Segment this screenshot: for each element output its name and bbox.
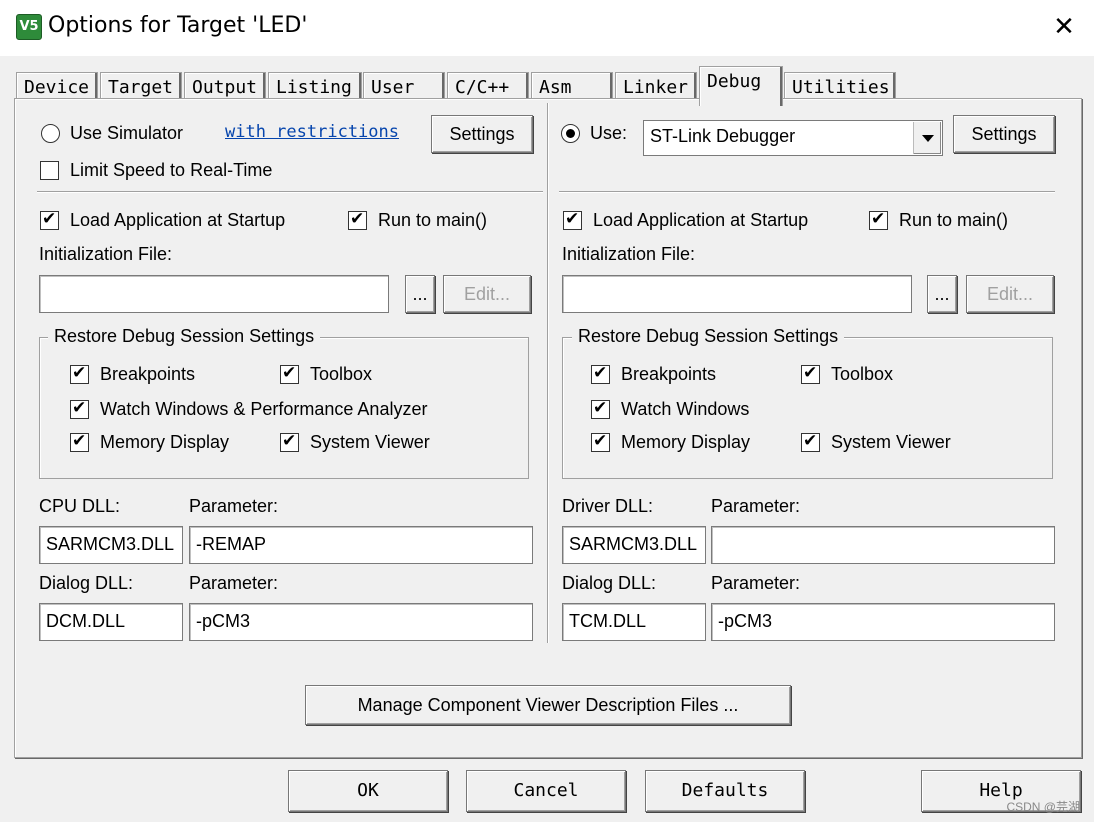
title-bar: V5 Options for Target 'LED' ✕ xyxy=(0,0,1094,56)
right-dialog-param-label: Parameter: xyxy=(711,573,801,593)
radio-selected-dot xyxy=(566,129,575,138)
cpu-param-label: Parameter: xyxy=(189,496,279,516)
simulator-settings-button[interactable]: Settings xyxy=(431,115,533,153)
left-dialog-param-label: Parameter: xyxy=(189,573,279,593)
left-dialog-param-input[interactable]: -pCM3 xyxy=(189,603,533,641)
right-memory-display-label: Memory Display xyxy=(621,432,751,452)
right-browse-button[interactable]: ... xyxy=(927,275,957,313)
driver-param-label: Parameter: xyxy=(711,496,801,516)
with-restrictions-link[interactable]: with restrictions xyxy=(225,122,399,142)
driver-dll-input[interactable]: SARMCM3.DLL xyxy=(562,526,706,564)
debugger-dropdown[interactable]: ST-Link Debugger xyxy=(643,120,943,156)
right-system-viewer-checkbox[interactable] xyxy=(801,431,820,452)
left-init-file-input[interactable] xyxy=(39,275,389,313)
right-separator xyxy=(559,191,1055,193)
ok-button[interactable]: OK xyxy=(288,770,448,812)
debugger-dropdown-value: ST-Link Debugger xyxy=(650,126,796,146)
use-simulator-radio[interactable] xyxy=(41,124,60,143)
driver-param-input[interactable] xyxy=(711,526,1055,564)
right-run-to-main-label: Run to main() xyxy=(899,210,1009,230)
right-restore-title: Restore Debug Session Settings xyxy=(572,326,845,347)
right-init-file-input[interactable] xyxy=(562,275,912,313)
left-breakpoints-checkbox[interactable] xyxy=(70,363,89,384)
left-system-viewer-label: System Viewer xyxy=(310,432,430,452)
left-separator xyxy=(37,191,543,193)
left-watch-windows-label: Watch Windows & Performance Analyzer xyxy=(100,399,428,419)
cpu-dll-input[interactable]: SARMCM3.DLL xyxy=(39,526,183,564)
left-restore-title: Restore Debug Session Settings xyxy=(48,326,321,347)
cancel-button[interactable]: Cancel xyxy=(466,770,626,812)
use-simulator-label: Use Simulator xyxy=(70,123,184,143)
debug-panel: Use Simulator with restrictions Settings… xyxy=(14,98,1082,758)
debugger-settings-button[interactable]: Settings xyxy=(953,115,1055,153)
right-dialog-dll-input[interactable]: TCM.DLL xyxy=(562,603,706,641)
column-separator xyxy=(547,103,549,643)
watermark: CSDN @芫湖 xyxy=(1006,800,1080,814)
manage-component-viewer-button[interactable]: Manage Component Viewer Description File… xyxy=(305,685,791,725)
close-button[interactable]: ✕ xyxy=(1044,8,1084,48)
driver-dll-label: Driver DLL: xyxy=(562,496,654,516)
left-load-app-label: Load Application at Startup xyxy=(70,210,286,230)
left-system-viewer-checkbox[interactable] xyxy=(280,431,299,452)
right-watch-windows-label: Watch Windows xyxy=(621,399,750,419)
left-breakpoints-label: Breakpoints xyxy=(100,364,196,384)
left-watch-windows-checkbox[interactable] xyxy=(70,398,89,419)
left-run-to-main-label: Run to main() xyxy=(378,210,488,230)
left-memory-display-label: Memory Display xyxy=(100,432,230,452)
right-init-file-label: Initialization File: xyxy=(562,244,696,264)
left-dialog-dll-label: Dialog DLL: xyxy=(39,573,134,593)
chevron-down-icon[interactable] xyxy=(913,122,941,154)
right-toolbox-checkbox[interactable] xyxy=(801,363,820,384)
right-watch-windows-checkbox[interactable] xyxy=(591,398,610,419)
left-toolbox-checkbox[interactable] xyxy=(280,363,299,384)
right-dialog-dll-label: Dialog DLL: xyxy=(562,573,657,593)
defaults-button[interactable]: Defaults xyxy=(645,770,805,812)
left-memory-display-checkbox[interactable] xyxy=(70,431,89,452)
use-debugger-radio[interactable] xyxy=(561,124,580,143)
use-label: Use: xyxy=(590,123,628,143)
tab-debug[interactable]: Debug xyxy=(699,66,783,106)
left-browse-button[interactable]: ... xyxy=(405,275,435,313)
left-init-file-label: Initialization File: xyxy=(39,244,173,264)
limit-speed-label: Limit Speed to Real-Time xyxy=(70,160,273,180)
window-title: Options for Target 'LED' xyxy=(48,13,308,38)
right-load-app-checkbox[interactable] xyxy=(563,209,582,230)
right-dialog-param-input[interactable]: -pCM3 xyxy=(711,603,1055,641)
left-load-app-checkbox[interactable] xyxy=(40,209,59,230)
right-memory-display-checkbox[interactable] xyxy=(591,431,610,452)
left-dialog-dll-input[interactable]: DCM.DLL xyxy=(39,603,183,641)
right-breakpoints-checkbox[interactable] xyxy=(591,363,610,384)
right-toolbox-label: Toolbox xyxy=(831,364,894,384)
cpu-dll-label: CPU DLL: xyxy=(39,496,121,516)
left-run-to-main-checkbox[interactable] xyxy=(348,209,367,230)
options-dialog: Device Target Output Listing User C/C++ … xyxy=(0,56,1094,822)
right-system-viewer-label: System Viewer xyxy=(831,432,951,452)
keil-app-icon: V5 xyxy=(16,14,42,40)
right-run-to-main-checkbox[interactable] xyxy=(869,209,888,230)
limit-speed-checkbox[interactable] xyxy=(40,161,59,180)
right-edit-button[interactable]: Edit... xyxy=(966,275,1054,313)
left-toolbox-label: Toolbox xyxy=(310,364,373,384)
cpu-param-input[interactable]: -REMAP xyxy=(189,526,533,564)
left-edit-button[interactable]: Edit... xyxy=(443,275,531,313)
right-breakpoints-label: Breakpoints xyxy=(621,364,717,384)
right-load-app-label: Load Application at Startup xyxy=(593,210,809,230)
